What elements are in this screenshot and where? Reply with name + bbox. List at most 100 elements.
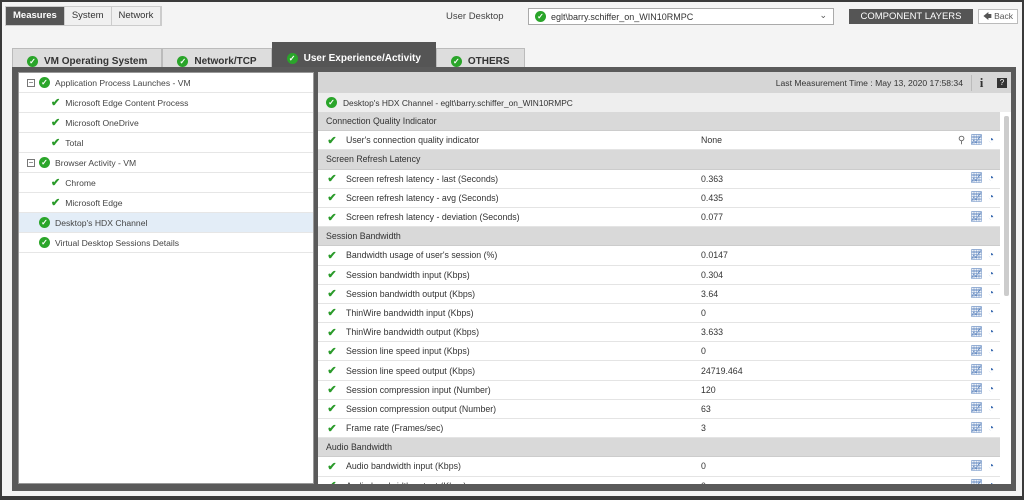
measure-value: 63 [701,403,711,414]
scrollbar[interactable] [1004,116,1009,296]
history-icon[interactable]: ◔ [988,269,994,280]
status-ok-icon: ✓ [177,55,189,67]
history-icon[interactable]: ◔ [988,327,994,338]
history-icon[interactable]: ◔ [988,423,994,434]
history-icon[interactable]: ◔ [988,173,994,184]
graph-icon[interactable]: 📈︎ [970,307,983,318]
history-icon[interactable]: ◔ [988,365,994,376]
measures-table: Last Measurement Time : May 13, 2020 17:… [318,72,1011,484]
component-layers-button[interactable]: COMPONENT LAYERS [849,9,973,24]
tree-item-label: Total [65,137,84,148]
graph-icon[interactable]: 📈︎ [970,269,983,280]
graph-icon[interactable]: 📈︎ [970,288,983,299]
table-row: ✔ Session bandwidth output (Kbps) 3.64 📈︎ ◔ [318,285,1000,304]
measure-value: 120 [701,384,716,395]
user-desktop-select[interactable]: ✓ eglt\barry.schiffer_on_WIN10RMPC ⌄ [528,8,834,25]
tree-item[interactable]: ✔ Microsoft Edge [19,193,313,213]
measure-value: 3 [701,423,706,434]
status-ok-icon: ✓ [39,237,50,248]
graph-icon[interactable]: 📈︎ [970,423,983,434]
measure-name: Audio bandwidth input (Kbps) [346,461,461,472]
table-row: ✔ User's connection quality indicator None… [318,131,1000,151]
graph-icon[interactable]: 📈︎ [970,250,983,261]
table-row: ✔ Session line speed input (Kbps) 0 📈︎ ◔ [318,342,1000,362]
graph-icon[interactable]: 📈︎ [970,327,983,338]
graph-icon[interactable]: 📈︎ [970,403,983,414]
component-title: Desktop's HDX Channel - eglt\barry.schif… [343,97,573,108]
back-label: Back [994,11,1014,21]
measure-value: 0 [701,481,901,484]
measure-name: ThinWire bandwidth output (Kbps) [346,327,479,338]
check-icon: ✔ [51,177,61,189]
check-icon: ✔ [327,173,337,186]
section-header: Screen Refresh Latency [318,150,1000,170]
history-icon[interactable]: ◔ [988,250,994,261]
table-row: ✔ Screen refresh latency - avg (Seconds) 0… [318,189,1000,208]
nav-network[interactable]: Network [111,7,162,25]
measure-name: Session compression input (Number) [346,384,491,395]
graph-icon[interactable]: 📈︎ [970,192,983,203]
tree-item[interactable]: ✔ Microsoft Edge Content Process [19,93,313,113]
measures-tree: − ✓ Application Process Launches - VM ✔ Micr… [18,72,314,484]
history-icon[interactable]: ◔ [988,288,994,299]
tree-item[interactable]: ✔ Chrome [19,173,313,193]
graph-icon[interactable]: 📈︎ [970,480,983,484]
measure-value: 0.435 [701,192,724,203]
tree-item-label: Virtual Desktop Sessions Details [55,237,180,248]
tree-item[interactable]: ✔ Microsoft OneDrive [19,113,313,133]
nav-system[interactable]: System [64,7,112,25]
history-icon[interactable]: ◔ [988,212,994,223]
measure-name: Session compression output (Number) [346,403,497,414]
history-icon[interactable]: ◔ [988,192,994,203]
tree-item[interactable]: ✔ Total [19,133,313,153]
top-nav: Measures System Network [5,6,163,26]
history-icon[interactable]: ◔ [988,384,994,395]
graph-icon[interactable]: 📈︎ [970,384,983,395]
tab-label: OTHERS [467,55,510,67]
tree-item[interactable]: − ✓ Application Process Launches - VM [19,73,313,93]
help-icon[interactable]: ? [997,77,1007,88]
check-icon: ✔ [327,211,337,224]
table-row: ✔ Bandwidth usage of user's session (%) 0.… [318,246,1000,266]
history-icon[interactable]: ◔ [988,135,994,146]
nav-measures[interactable]: Measures [6,7,65,25]
measure-name: Bandwidth usage of user's session (%) [346,250,498,261]
info-icon[interactable]: i [971,74,985,91]
back-button[interactable]: 🡄 Back [978,9,1018,24]
history-icon[interactable]: ◔ [988,346,994,357]
graph-icon[interactable]: 📈︎ [970,365,983,376]
tree-item[interactable]: − ✓ Browser Activity - VM [19,153,313,173]
graph-icon[interactable]: 📈︎ [970,212,983,223]
graph-icon[interactable]: 📈︎ [970,173,983,184]
collapse-icon[interactable]: − [27,78,35,87]
check-icon: ✔ [327,134,337,147]
measure-value: None [701,135,723,146]
tab-label: User Experience/Activity [303,52,421,64]
content-panel: − ✓ Application Process Launches - VM ✔ Micr… [12,67,1016,491]
check-icon: ✔ [327,345,337,358]
tree-item-label: Microsoft Edge Content Process [65,97,189,108]
tab-label: Network/TCP [194,55,257,67]
tree-item[interactable]: ✓ Desktop's HDX Channel [19,213,313,233]
measure-value: 0.077 [701,212,724,223]
tree-item-label: Desktop's HDX Channel [55,217,148,228]
check-icon: ✔ [51,197,61,209]
app-window: Measures System Network User Desktop ✓ e… [2,2,1022,496]
last-measurement-time: Last Measurement Time : May 13, 2020 17:… [775,77,963,88]
history-icon[interactable]: ◔ [988,307,994,318]
measure-value: 24719.464 [701,365,743,376]
search-icon[interactable]: ⚲ [958,135,965,146]
table-row: ✔Audio bandwidth output (Kbps)0 📈︎ ◔ [318,477,1000,484]
tree-item[interactable]: ✓ Virtual Desktop Sessions Details [19,233,313,253]
graph-icon[interactable]: 📈︎ [970,461,983,472]
collapse-icon[interactable]: − [27,158,35,167]
tree-item-label: Microsoft OneDrive [65,117,139,128]
history-icon[interactable]: ◔ [988,461,994,472]
graph-icon[interactable]: 📈︎ [970,135,983,146]
measure-rows: Connection Quality Indicator ✔ User's conn… [318,112,1011,484]
graph-icon[interactable]: 📈︎ [970,346,983,357]
status-ok-icon: ✓ [535,11,546,22]
table-row: ✔ ThinWire bandwidth output (Kbps) 3.633 📈︎… [318,323,1000,343]
history-icon[interactable]: ◔ [988,403,994,414]
history-icon[interactable]: ◔ [988,480,994,484]
